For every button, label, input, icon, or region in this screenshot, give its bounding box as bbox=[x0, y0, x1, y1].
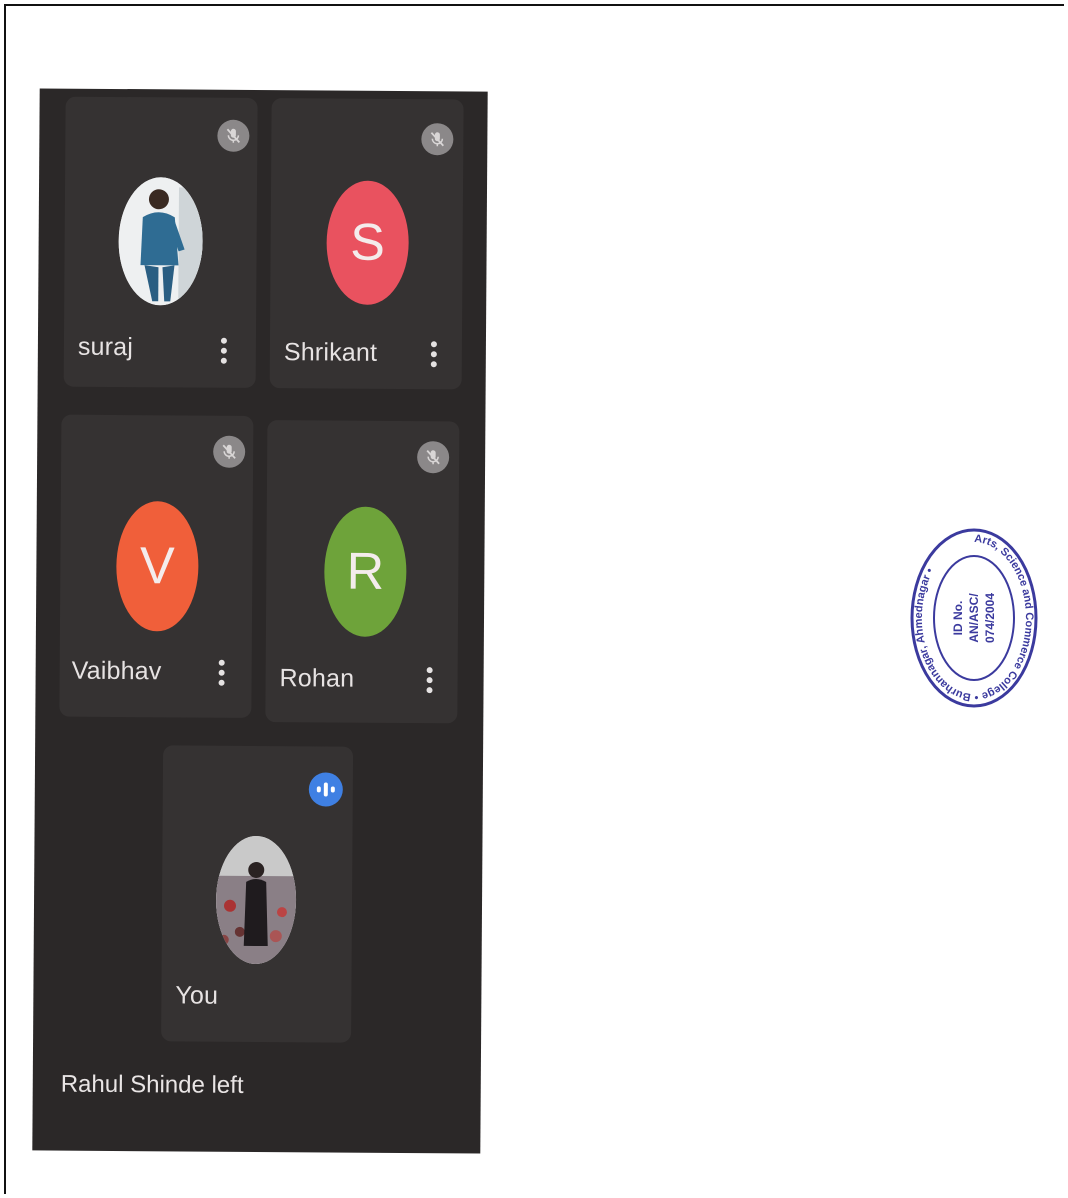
participant-name: suraj bbox=[77, 332, 134, 362]
participant-left-notification: Rahul Shinde left bbox=[60, 1070, 244, 1099]
self-name: You bbox=[175, 981, 219, 1010]
self-avatar-photo bbox=[215, 835, 297, 965]
mic-off-icon bbox=[213, 435, 246, 468]
participant-avatar-letter: S bbox=[326, 180, 410, 306]
participant-tile-rohan[interactable]: R Rohan bbox=[265, 420, 460, 724]
participant-avatar-photo bbox=[118, 177, 204, 306]
participant-name: Shrikant bbox=[283, 338, 378, 367]
mic-off-icon bbox=[417, 441, 450, 474]
college-stamp: Arts, Science and Commerce College • Bur… bbox=[908, 518, 1040, 724]
stamp-line-3: 074/2004 bbox=[983, 593, 997, 643]
participant-tile-vaibhav[interactable]: V Vaibhav bbox=[59, 414, 254, 718]
self-tile[interactable]: You bbox=[161, 745, 354, 1043]
participant-name: Vaibhav bbox=[71, 656, 162, 686]
more-vertical-icon[interactable] bbox=[220, 337, 228, 364]
participant-avatar-letter: R bbox=[323, 506, 407, 638]
more-vertical-icon[interactable] bbox=[218, 659, 226, 686]
participant-tile-suraj[interactable]: suraj bbox=[63, 96, 258, 388]
participant-tile-shrikant[interactable]: S Shrikant bbox=[269, 98, 464, 390]
more-vertical-icon[interactable] bbox=[430, 341, 438, 368]
meeting-screenshot: suraj S Shrikant V Vaibhav R Rohan You R… bbox=[32, 88, 488, 1154]
more-vertical-icon[interactable] bbox=[426, 667, 434, 694]
audio-level-icon bbox=[308, 772, 343, 807]
participant-avatar-letter: V bbox=[115, 500, 199, 632]
stamp-line-2: AN/ASC/ bbox=[967, 593, 981, 643]
participant-name: Rohan bbox=[279, 664, 355, 693]
mic-off-icon bbox=[217, 119, 250, 152]
mic-off-icon bbox=[421, 123, 454, 156]
stamp-line-1: ID No. bbox=[951, 601, 965, 636]
